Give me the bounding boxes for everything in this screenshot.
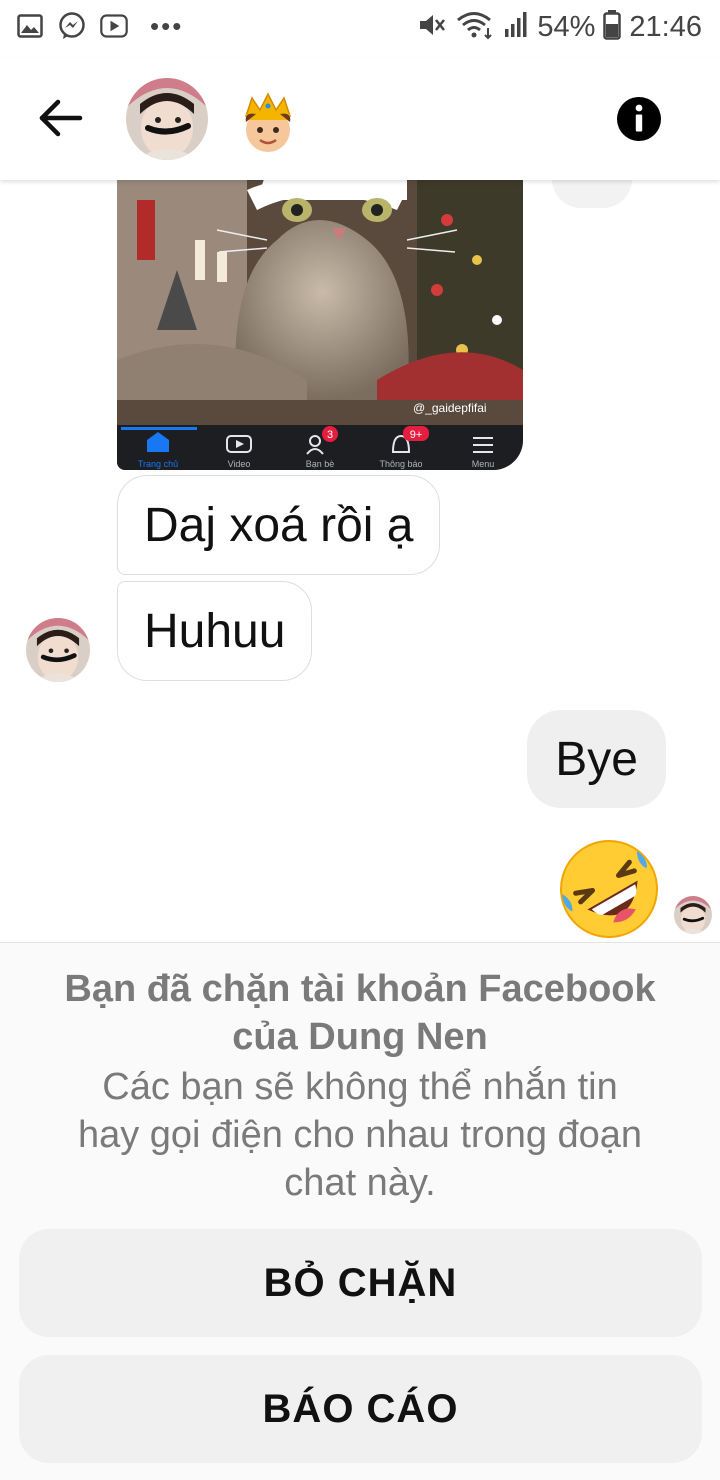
battery-percent: 54% (537, 11, 596, 43)
battery-icon (603, 10, 622, 45)
status-bar: ••• 54% 21:46 (0, 0, 720, 58)
unblock-button[interactable]: BỎ CHẶN (19, 1229, 702, 1337)
back-arrow-icon[interactable] (36, 96, 84, 140)
signal-icon (503, 11, 529, 44)
info-icon[interactable] (616, 96, 662, 142)
blocked-description-line: hay gọi điện cho nhau trong đoạn (77, 1114, 643, 1156)
blocked-description-line: Các bạn sẽ không thể nhắn tin (102, 1066, 618, 1108)
incoming-message-bubble[interactable]: Daj xoá rồi ạ (117, 475, 441, 575)
clock: 21:46 (629, 11, 702, 43)
sender-avatar[interactable] (26, 618, 90, 682)
outgoing-message-bubble[interactable]: Bye (527, 710, 666, 808)
youtube-icon (100, 12, 128, 40)
rolling-laughing-emoji-icon[interactable] (556, 836, 662, 942)
messenger-icon (58, 12, 86, 40)
partial-message-bubble (552, 180, 632, 208)
shared-photo-message[interactable]: @_gaidepfifai 3 9+ Trang chủ Video Bạn b… (117, 180, 523, 470)
mute-icon (417, 11, 447, 44)
photo-watermark: @_gaidepfifai (413, 401, 487, 415)
more-dots-icon: ••• (150, 11, 184, 41)
blocked-description-line: chat này. (284, 1162, 436, 1204)
notifications-badge: 9+ (410, 429, 423, 441)
blocked-title-line: Bạn đã chặn tài khoản Facebook (64, 968, 656, 1010)
avatar[interactable] (126, 78, 208, 160)
photo-nav-notifications: Thông báo (379, 459, 422, 469)
blocked-title: Bạn đã chặn tài khoản Facebook của Dung … (40, 965, 680, 1061)
conversation-header (0, 58, 720, 180)
photo-nav-friends: Bạn bè (306, 459, 335, 469)
crown-emoji (238, 92, 298, 154)
seen-receipt-avatar (674, 896, 712, 934)
blocked-notice-panel: Bạn đã chặn tài khoản Facebook của Dung … (0, 942, 720, 1480)
message-list[interactable]: @_gaidepfifai 3 9+ Trang chủ Video Bạn b… (0, 180, 720, 942)
report-button[interactable]: BÁO CÁO (19, 1355, 702, 1463)
wifi-icon (455, 10, 495, 45)
blocked-title-line: của Dung Nen (232, 1016, 488, 1058)
photo-nav-video: Video (228, 459, 251, 469)
blocked-description: Các bạn sẽ không thể nhắn tin hay gọi đi… (40, 1063, 680, 1207)
friends-badge: 3 (327, 429, 333, 441)
incoming-message-bubble[interactable]: Huhuu (117, 581, 313, 681)
photo-nav-menu: Menu (472, 459, 495, 469)
gallery-icon (16, 12, 44, 40)
photo-nav-home: Trang chủ (138, 459, 178, 469)
